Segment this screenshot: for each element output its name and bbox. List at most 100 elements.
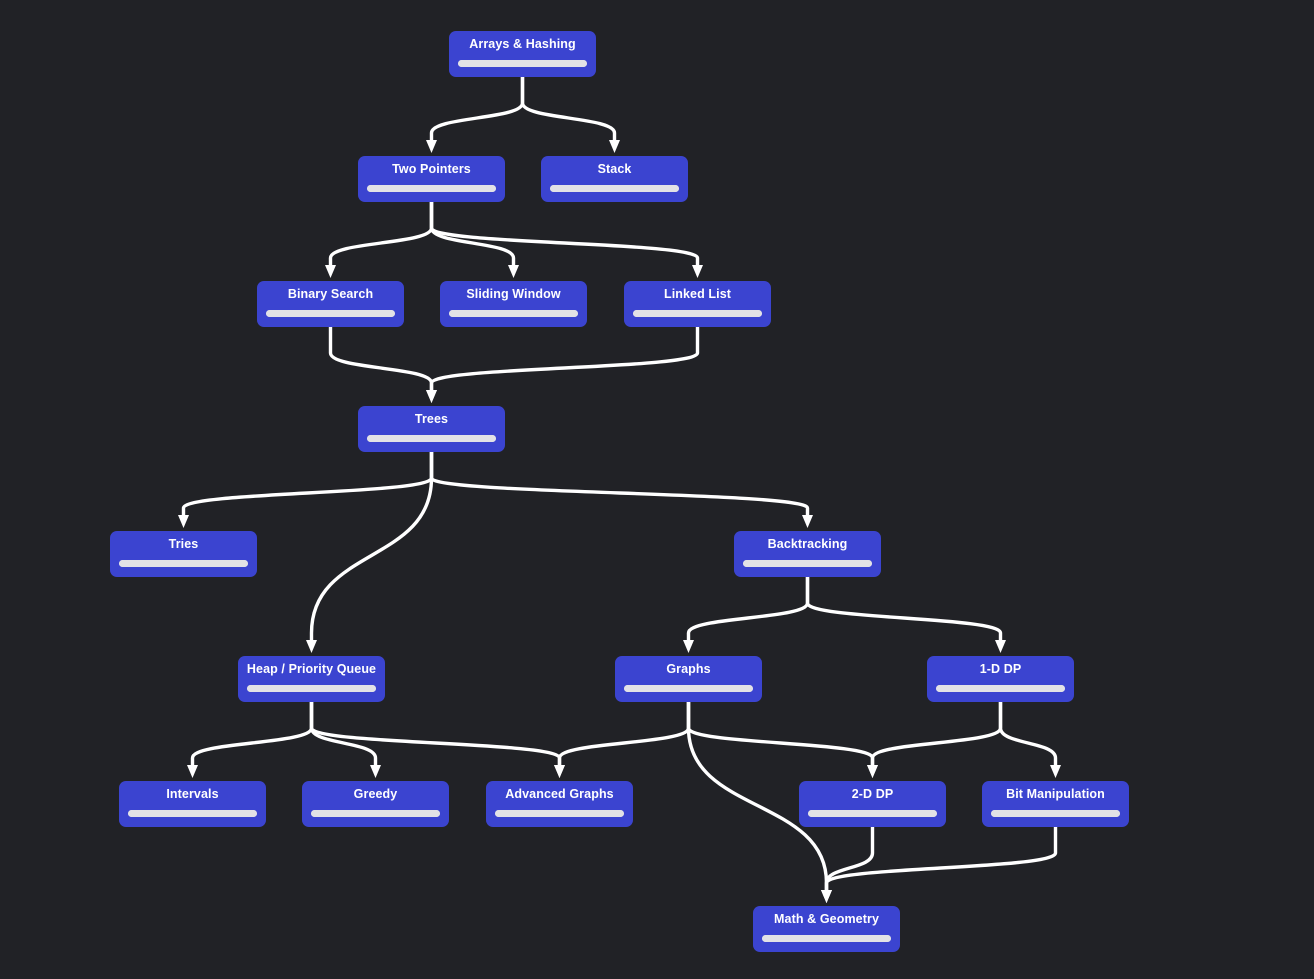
node-label: 1-D DP xyxy=(979,662,1022,676)
node-advanced-graphs[interactable]: Advanced Graphs xyxy=(486,781,633,827)
roadmap-canvas: Arrays & Hashing Two Pointers Stack Binary … xyxy=(0,0,1314,979)
node-progress-bar xyxy=(449,310,578,317)
edge-backtracking-to-one-d-dp xyxy=(805,575,1003,642)
node-progress-fill xyxy=(991,810,1120,817)
node-backtracking[interactable]: Backtracking xyxy=(734,531,881,577)
arrowhead-icon xyxy=(426,390,437,403)
arrowhead-icon xyxy=(609,140,620,153)
edge-trees-to-tries xyxy=(181,450,434,517)
edge-linked-list-to-trees xyxy=(429,325,700,392)
node-two-pointers[interactable]: Two Pointers xyxy=(358,156,505,202)
arrowhead-icon xyxy=(508,265,519,278)
arrowhead-icon xyxy=(995,640,1006,653)
node-progress-fill xyxy=(762,935,891,942)
edge-heap-priority-queue-to-intervals xyxy=(190,700,314,767)
node-progress-fill xyxy=(367,435,496,442)
node-label: Intervals xyxy=(166,787,219,801)
node-progress-fill xyxy=(311,810,440,817)
edge-graphs-to-advanced-graphs xyxy=(557,700,691,767)
node-label: Two Pointers xyxy=(392,162,471,176)
arrowhead-icon xyxy=(187,765,198,778)
edge-heap-priority-queue-to-greedy xyxy=(309,700,378,767)
node-progress-bar xyxy=(367,435,496,442)
node-label: Tries xyxy=(168,537,199,551)
node-progress-fill xyxy=(936,685,1065,692)
arrowhead-icon xyxy=(867,765,878,778)
arrowhead-icon xyxy=(306,640,317,653)
node-progress-fill xyxy=(266,310,395,317)
node-progress-bar xyxy=(311,810,440,817)
node-sliding-window[interactable]: Sliding Window xyxy=(440,281,587,327)
edge-one-d-dp-to-bit-manipulation xyxy=(998,700,1058,767)
edge-arrays-hashing-to-two-pointers xyxy=(429,75,525,142)
arrowhead-icon xyxy=(821,890,832,903)
node-label: Arrays & Hashing xyxy=(469,37,576,51)
arrowhead-icon xyxy=(554,765,565,778)
node-label: Linked List xyxy=(663,287,732,301)
node-heap-priority-queue[interactable]: Heap / Priority Queue xyxy=(238,656,385,702)
edge-trees-to-backtracking xyxy=(429,450,810,517)
node-progress-fill xyxy=(128,810,257,817)
node-label: Bit Manipulation xyxy=(1006,787,1105,801)
arrowhead-icon xyxy=(325,265,336,278)
edge-layer xyxy=(178,75,1061,903)
arrowhead-icon xyxy=(178,515,189,528)
arrowhead-icon xyxy=(692,265,703,278)
node-progress-bar xyxy=(458,60,587,67)
node-progress-bar xyxy=(743,560,872,567)
node-progress-bar xyxy=(991,810,1120,817)
node-linked-list[interactable]: Linked List xyxy=(624,281,771,327)
node-progress-fill xyxy=(808,810,937,817)
node-progress-bar xyxy=(495,810,624,817)
edge-binary-search-to-trees xyxy=(328,325,434,392)
node-tries[interactable]: Tries xyxy=(110,531,257,577)
node-one-d-dp[interactable]: 1-D DP xyxy=(927,656,1074,702)
node-progress-fill xyxy=(624,685,753,692)
node-label: Stack xyxy=(597,162,632,176)
node-trees[interactable]: Trees xyxy=(358,406,505,452)
arrowhead-icon xyxy=(867,765,878,778)
node-progress-fill xyxy=(367,185,496,192)
arrowhead-icon xyxy=(1050,765,1061,778)
arrowhead-icon xyxy=(802,515,813,528)
node-two-d-dp[interactable]: 2-D DP xyxy=(799,781,946,827)
node-progress-fill xyxy=(458,60,587,67)
node-intervals[interactable]: Intervals xyxy=(119,781,266,827)
edge-trees-to-heap-priority-queue xyxy=(309,450,434,642)
node-label: Graphs xyxy=(666,662,711,676)
node-label: Trees xyxy=(414,412,449,426)
arrowhead-icon xyxy=(821,890,832,903)
edge-two-pointers-to-binary-search xyxy=(328,200,434,267)
node-label: Math & Geometry xyxy=(774,912,879,926)
arrowhead-icon xyxy=(370,765,381,778)
edge-arrays-hashing-to-stack xyxy=(520,75,617,142)
node-greedy[interactable]: Greedy xyxy=(302,781,449,827)
node-progress-bar xyxy=(247,685,376,692)
node-progress-bar xyxy=(633,310,762,317)
node-stack[interactable]: Stack xyxy=(541,156,688,202)
node-progress-fill xyxy=(449,310,578,317)
node-bit-manipulation[interactable]: Bit Manipulation xyxy=(982,781,1129,827)
node-label: 2-D DP xyxy=(851,787,894,801)
node-progress-fill xyxy=(495,810,624,817)
edge-two-d-dp-to-math-geometry xyxy=(824,825,875,892)
node-progress-fill xyxy=(550,185,679,192)
node-progress-bar xyxy=(808,810,937,817)
node-math-geometry[interactable]: Math & Geometry xyxy=(753,906,900,952)
node-label: Binary Search xyxy=(287,287,374,301)
node-graphs[interactable]: Graphs xyxy=(615,656,762,702)
node-label: Sliding Window xyxy=(466,287,561,301)
node-progress-bar xyxy=(128,810,257,817)
node-progress-fill xyxy=(247,685,376,692)
arrowhead-icon xyxy=(426,140,437,153)
node-arrays-hashing[interactable]: Arrays & Hashing xyxy=(449,31,596,77)
edge-heap-priority-queue-to-advanced-graphs xyxy=(309,700,562,767)
edge-two-pointers-to-sliding-window xyxy=(429,200,516,267)
edge-backtracking-to-graphs xyxy=(686,575,810,642)
node-binary-search[interactable]: Binary Search xyxy=(257,281,404,327)
node-label: Backtracking xyxy=(767,537,848,551)
node-label: Heap / Priority Queue xyxy=(246,662,377,676)
node-progress-bar xyxy=(624,685,753,692)
arrowhead-icon xyxy=(683,640,694,653)
edge-bit-manipulation-to-math-geometry xyxy=(824,825,1058,892)
